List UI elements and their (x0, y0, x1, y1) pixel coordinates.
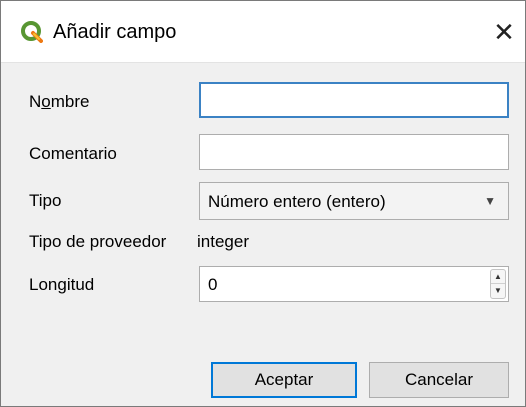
length-value: 0 (208, 275, 218, 294)
add-field-dialog: Añadir campo ✕ Nombre Comentario Tipo Nú… (0, 0, 526, 407)
spin-buttons: ▲ ▼ (490, 269, 506, 299)
dialog-title: Añadir campo (53, 21, 177, 43)
provider-type-label: Tipo de proveedor (29, 232, 167, 251)
type-combobox[interactable]: Número entero (entero) ▼ (199, 182, 509, 220)
name-label: Nombre (29, 91, 89, 113)
qgis-logo-icon (21, 21, 43, 43)
comment-label: Comentario (29, 144, 117, 163)
chevron-down-icon: ▼ (484, 194, 496, 208)
name-input[interactable] (199, 82, 509, 118)
name-label-start: N (29, 92, 42, 111)
comment-input[interactable] (199, 134, 509, 170)
name-label-mnemonic: o (41, 92, 51, 111)
accept-button[interactable]: Aceptar (211, 362, 357, 398)
provider-type-value: integer (197, 232, 249, 251)
length-label: Longitud (29, 275, 95, 294)
title-bar: Añadir campo ✕ (1, 1, 525, 63)
type-selected-value: Número entero (entero) (208, 192, 386, 211)
spin-up-icon[interactable]: ▲ (491, 270, 505, 284)
close-icon[interactable]: ✕ (487, 15, 521, 49)
length-spinbox[interactable]: 0 ▲ ▼ (199, 266, 509, 302)
spin-down-icon[interactable]: ▼ (491, 284, 505, 298)
cancel-button[interactable]: Cancelar (369, 362, 509, 398)
type-label: Tipo (29, 191, 62, 210)
name-label-end: mbre (50, 92, 90, 111)
